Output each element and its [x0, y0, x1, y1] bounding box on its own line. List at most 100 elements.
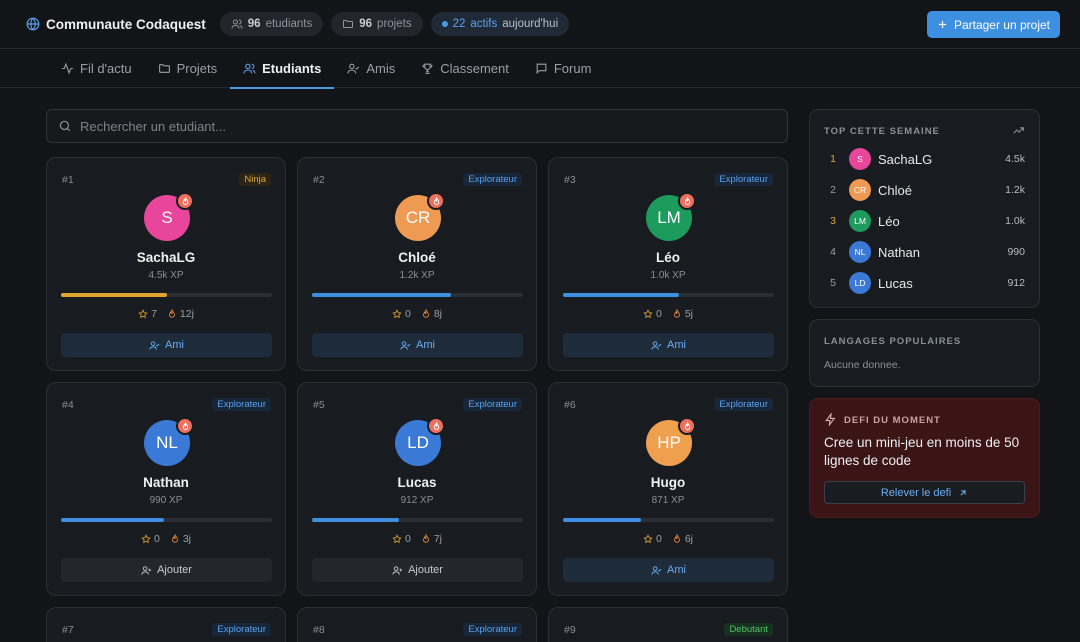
star-icon: [392, 309, 402, 319]
users-icon: [231, 18, 243, 30]
student-rank: #2: [313, 174, 325, 186]
streak-stat: 6j: [672, 533, 693, 545]
leaderboard-name: Nathan: [878, 244, 920, 260]
friend-button[interactable]: Ami: [61, 333, 272, 357]
student-rank: #8: [313, 624, 325, 636]
streak-days: 12j: [179, 308, 194, 320]
flame-icon: [421, 309, 431, 319]
leaderboard-row[interactable]: 3 LM Léo 1.0k: [810, 210, 1039, 232]
leaderboard-xp: 990: [1007, 246, 1025, 258]
users-icon: [243, 62, 256, 75]
leaderboard-position: 2: [830, 184, 836, 196]
friend-button[interactable]: Ami: [312, 333, 523, 357]
xp-progress-bar: [563, 518, 774, 522]
student-card[interactable]: #3 Explorateur LM Léo 1.0k XP 0 5j Ami: [548, 157, 788, 371]
student-card[interactable]: #4 Explorateur NL Nathan 990 XP 0 3j Ajo…: [46, 382, 286, 596]
avatar-initials: NL: [854, 247, 866, 257]
star-icon: [392, 534, 402, 544]
student-card[interactable]: #2 Explorateur CR Chloé 1.2k XP 0 8j Ami: [297, 157, 537, 371]
xp-progress-fill: [312, 293, 452, 297]
share-project-button[interactable]: Partager un projet: [926, 11, 1060, 38]
search-icon: [58, 119, 72, 133]
weekly-leaderboard: TOP CETTE SEMAINE 1 S SachaLG 4.5k 2 CR …: [809, 109, 1040, 308]
student-card[interactable]: #5 Explorateur LD Lucas 912 XP 0 7j Ajou…: [297, 382, 537, 596]
flame-icon: [421, 534, 431, 544]
student-card[interactable]: #8 Explorateur: [297, 607, 537, 642]
tab-students[interactable]: Etudiants: [230, 49, 335, 89]
student-card[interactable]: #9 Debutant: [548, 607, 788, 642]
xp-progress-fill: [563, 293, 680, 297]
streak-days: 7j: [433, 533, 443, 545]
xp-progress-bar: [312, 293, 523, 297]
search-input[interactable]: [80, 118, 760, 134]
active-suffix: aujourd'hui: [502, 18, 559, 30]
leaderboard-row[interactable]: 5 LD Lucas 912: [810, 272, 1039, 294]
student-name: Léo: [655, 250, 680, 265]
add-friend-button[interactable]: Ajouter: [312, 558, 523, 582]
avatar-initials: S: [161, 208, 173, 227]
tab-forum[interactable]: Forum: [522, 49, 605, 88]
active-word: actifs: [470, 18, 498, 30]
student-rank: #3: [564, 174, 576, 186]
friend-button[interactable]: Ami: [563, 558, 774, 582]
student-rank: #4: [62, 399, 74, 411]
leaderboard-position: 5: [830, 277, 836, 289]
stars-stat: 0: [643, 308, 662, 320]
arrow-up-right-icon: [958, 488, 968, 498]
flame-icon: [672, 534, 682, 544]
xp-progress-fill: [563, 518, 642, 522]
folder-icon: [342, 18, 354, 30]
tab-friends[interactable]: Amis: [334, 49, 408, 88]
user-check-icon: [347, 62, 360, 75]
activity-icon: [61, 62, 74, 75]
xp-progress-fill: [61, 518, 165, 522]
tab-projects[interactable]: Projets: [145, 49, 230, 88]
avatar-initials: NL: [156, 433, 178, 452]
student-card[interactable]: #7 Explorateur: [46, 607, 286, 642]
level-badge: Explorateur: [463, 173, 522, 186]
streak-days: 6j: [684, 533, 694, 545]
avatar-initials: LM: [854, 216, 866, 226]
level-badge: Ninja: [239, 173, 271, 186]
friend-button-label: Ami: [416, 339, 435, 351]
plus-icon: [937, 19, 948, 30]
student-card[interactable]: #6 Explorateur HP Hugo 871 XP 0 6j Ami: [548, 382, 788, 596]
level-badge: Explorateur: [212, 398, 271, 411]
xp-progress-bar: [312, 518, 523, 522]
flame-icon: [176, 192, 194, 210]
flame-icon: [167, 309, 177, 319]
level-badge: Explorateur: [714, 173, 773, 186]
xp-progress-fill: [61, 293, 167, 297]
tab-feed[interactable]: Fil d'actu: [48, 49, 145, 88]
brand[interactable]: Communaute Codaquest: [26, 17, 206, 32]
projects-count-pill: 96 projets: [331, 12, 423, 36]
leaderboard-name: Chloé: [878, 182, 912, 198]
student-xp: 990 XP: [149, 495, 183, 506]
student-stats: 0 8j: [298, 308, 536, 320]
add-friend-button[interactable]: Ajouter: [61, 558, 272, 582]
student-stats: 0 7j: [298, 533, 536, 545]
friend-button[interactable]: Ami: [563, 333, 774, 357]
student-name: Lucas: [397, 475, 437, 490]
leaderboard-xp: 1.2k: [1005, 184, 1025, 196]
tab-ranking[interactable]: Classement: [408, 49, 522, 88]
flame-icon: [176, 417, 194, 435]
accept-challenge-button[interactable]: Relever le defi: [824, 481, 1025, 504]
user-check-icon: [651, 340, 662, 351]
user-check-icon: [149, 340, 160, 351]
streak-stat: 12j: [167, 308, 194, 320]
student-card[interactable]: #1 Ninja S SachaLG 4.5k XP 7 12j Ami: [46, 157, 286, 371]
level-badge: Explorateur: [714, 398, 773, 411]
leaderboard-row[interactable]: 1 S SachaLG 4.5k: [810, 148, 1039, 170]
leaderboard-position: 1: [830, 153, 836, 165]
star-icon: [138, 309, 148, 319]
student-name: Chloé: [398, 250, 436, 265]
xp-progress-bar: [61, 518, 272, 522]
xp-progress-bar: [61, 293, 272, 297]
friend-button-label: Ami: [165, 339, 184, 351]
leaderboard-row[interactable]: 4 NL Nathan 990: [810, 241, 1039, 263]
student-stats: 7 12j: [47, 308, 285, 320]
share-project-label: Partager un projet: [953, 17, 1050, 32]
leaderboard-row[interactable]: 2 CR Chloé 1.2k: [810, 179, 1039, 201]
stars-count: 7: [151, 308, 157, 320]
